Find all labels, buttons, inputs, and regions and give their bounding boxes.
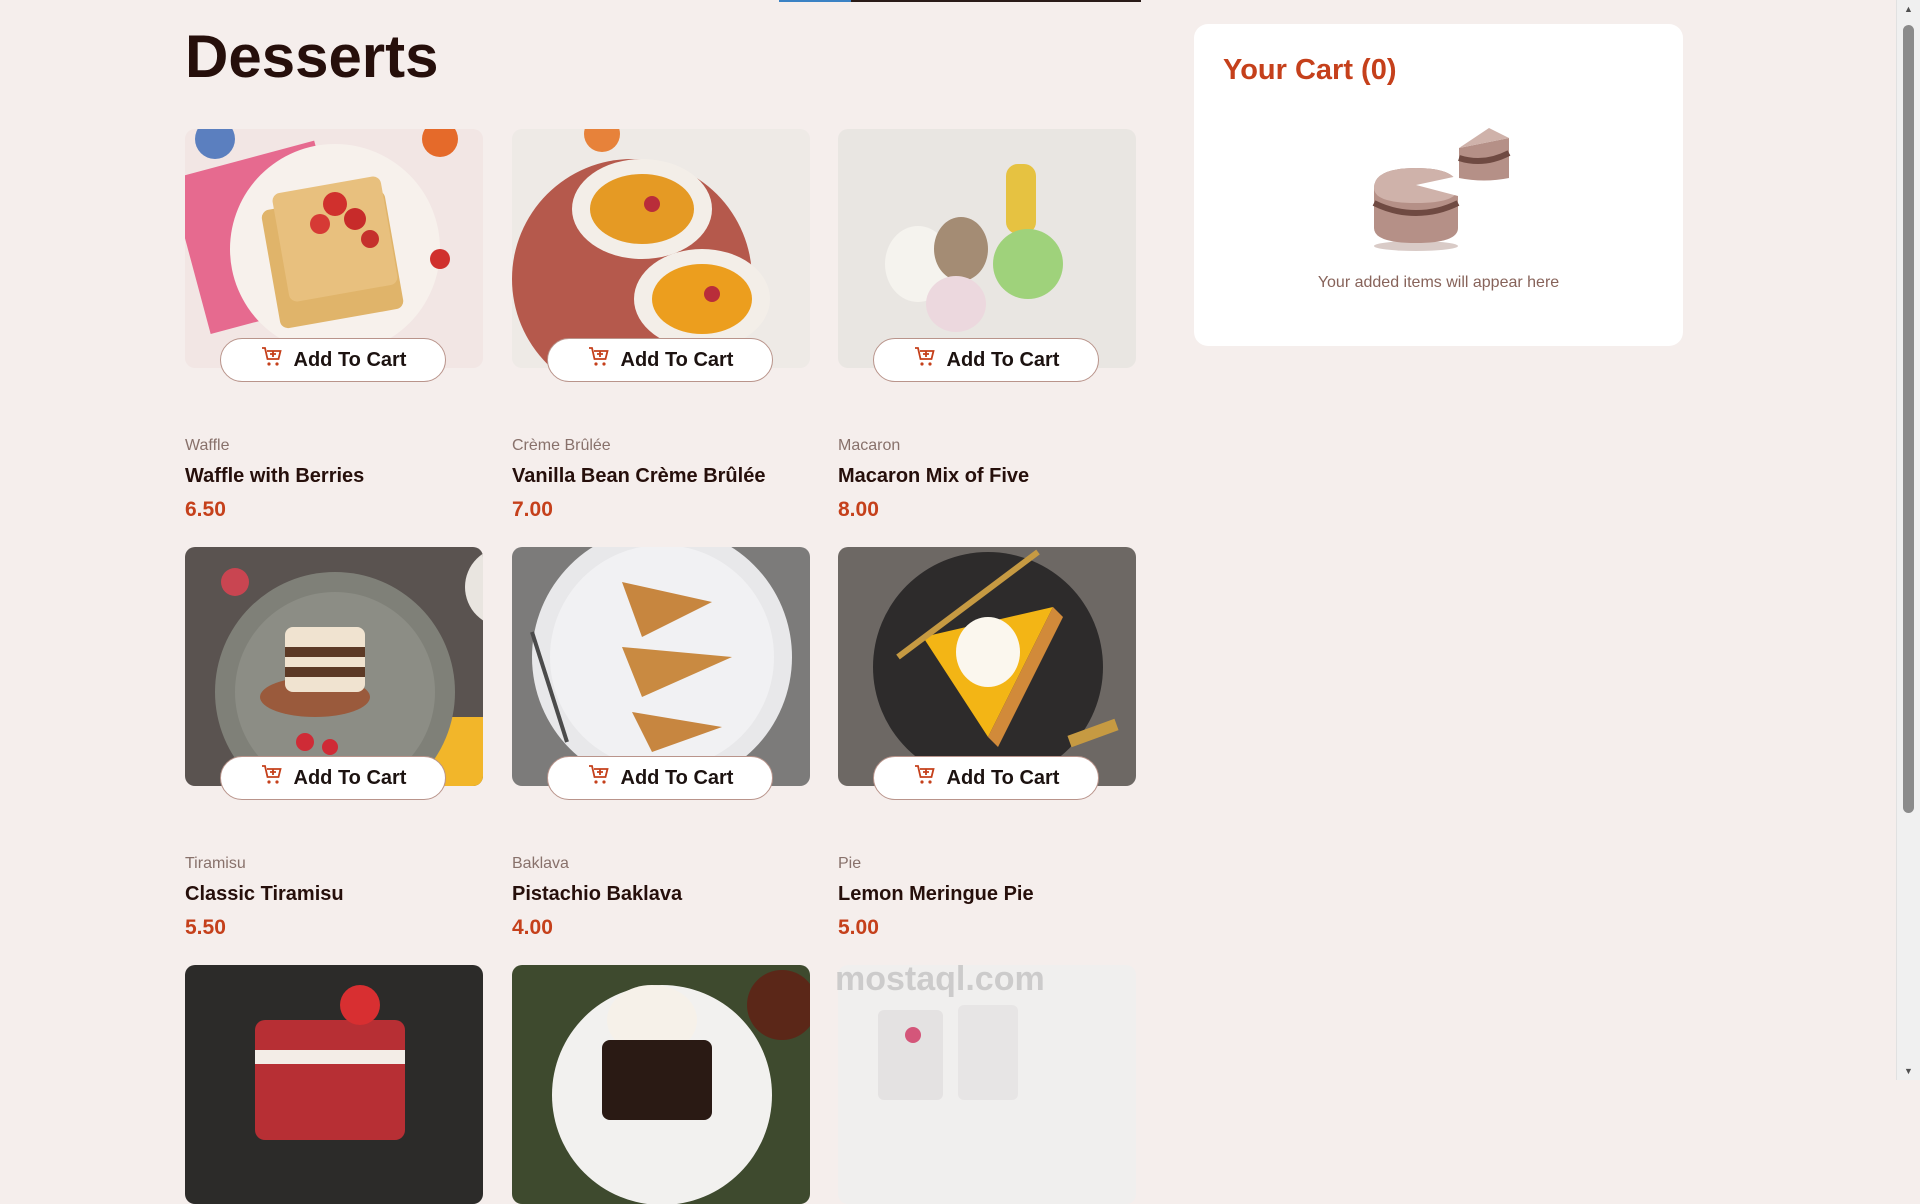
add-to-cart-label: Add To Cart: [946, 766, 1060, 789]
add-to-cart-label: Add To Cart: [293, 766, 407, 789]
product-price: 4.00: [512, 916, 553, 939]
product-image-baklava: [512, 547, 810, 786]
product-price: 7.00: [512, 498, 553, 521]
product-name: Lemon Meringue Pie: [838, 883, 1034, 905]
product-category: Crème Brûlée: [512, 437, 611, 454]
product-card-panna-cotta: [838, 965, 1136, 1204]
product-image-cake: [185, 965, 483, 1204]
product-name: Classic Tiramisu: [185, 883, 344, 905]
product-card-waffle: Add To Cart Waffle Waffle with Berries 6…: [185, 129, 483, 521]
product-card-creme-brulee: Add To Cart Crème Brûlée Vanilla Bean Cr…: [512, 129, 810, 521]
product-name: Vanilla Bean Crème Brûlée: [512, 465, 766, 487]
product-card-pie: Add To Cart Pie Lemon Meringue Pie 5.00: [838, 547, 1136, 939]
add-to-cart-icon: [260, 763, 284, 793]
product-category: Tiramisu: [185, 855, 246, 872]
product-image-macaron: [838, 129, 1136, 368]
product-category: Pie: [838, 855, 862, 872]
add-to-cart-icon: [913, 763, 937, 793]
product-image-waffle: [185, 129, 483, 368]
product-name: Waffle with Berries: [185, 465, 365, 487]
product-price: 5.00: [838, 916, 879, 939]
scroll-up-arrow-icon[interactable]: ▲: [1904, 4, 1913, 14]
scrollbar-thumb[interactable]: [1903, 25, 1914, 813]
product-name: Pistachio Baklava: [512, 883, 683, 905]
add-to-cart-button[interactable]: Add To Cart: [220, 756, 446, 800]
product-image-brownie: [512, 965, 810, 1204]
product-image-panna-cotta: [838, 965, 1136, 1204]
add-to-cart-label: Add To Cart: [620, 348, 734, 371]
watermark: mostaql.com: [835, 960, 1045, 998]
add-to-cart-button[interactable]: Add To Cart: [547, 756, 773, 800]
product-price: 6.50: [185, 498, 226, 521]
product-name: Macaron Mix of Five: [838, 465, 1030, 487]
add-to-cart-button[interactable]: Add To Cart: [220, 338, 446, 382]
product-card-brownie: [512, 965, 810, 1204]
add-to-cart-button[interactable]: Add To Cart: [873, 756, 1099, 800]
add-to-cart-icon: [587, 763, 611, 793]
page-title: Desserts: [185, 23, 439, 90]
add-to-cart-icon: [913, 345, 937, 375]
cart-panel: Your Cart (0) Your added items will appe…: [1194, 24, 1683, 346]
product-card-cake: [185, 965, 483, 1204]
add-to-cart-button[interactable]: Add To Cart: [547, 338, 773, 382]
product-category: Waffle: [185, 437, 230, 454]
add-to-cart-label: Add To Cart: [293, 348, 407, 371]
add-to-cart-icon: [587, 345, 611, 375]
product-image-tiramisu: [185, 547, 483, 786]
scroll-down-arrow-icon[interactable]: ▼: [1904, 1066, 1913, 1076]
empty-cart-cake-illustration: [1364, 128, 1514, 258]
top-progress-indicator: [779, 0, 1141, 2]
add-to-cart-label: Add To Cart: [620, 766, 734, 789]
page-scrollbar[interactable]: ▲ ▼: [1896, 0, 1920, 1080]
product-category: Baklava: [512, 855, 569, 872]
product-price: 8.00: [838, 498, 879, 521]
product-price: 5.50: [185, 916, 226, 939]
product-card-tiramisu: Add To Cart Tiramisu Classic Tiramisu 5.…: [185, 547, 483, 939]
product-image-creme-brulee: [512, 129, 810, 368]
product-category: Macaron: [838, 437, 901, 454]
product-image-pie: [838, 547, 1136, 786]
cart-empty-message: Your added items will appear here: [1317, 274, 1560, 291]
add-to-cart-button[interactable]: Add To Cart: [873, 338, 1099, 382]
product-card-macaron: Add To Cart Macaron Macaron Mix of Five …: [838, 129, 1136, 521]
add-to-cart-icon: [260, 345, 284, 375]
add-to-cart-label: Add To Cart: [946, 348, 1060, 371]
product-card-baklava: Add To Cart Baklava Pistachio Baklava 4.…: [512, 547, 810, 939]
cart-title: Your Cart (0): [1223, 54, 1397, 86]
